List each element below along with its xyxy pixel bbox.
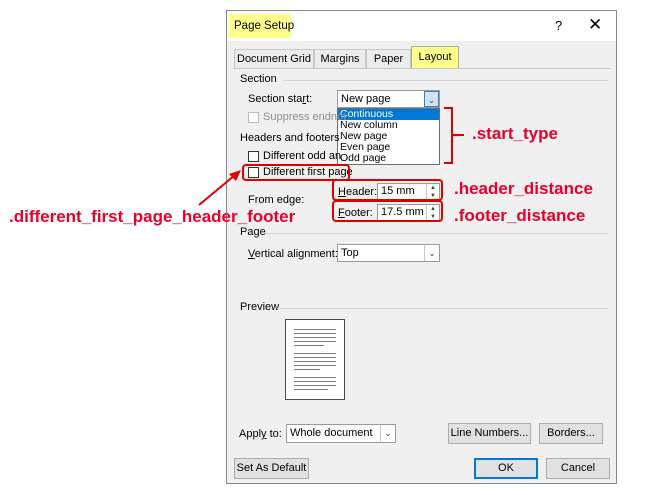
set-as-default-button[interactable]: Set As Default <box>234 458 309 479</box>
section-heading: Section <box>240 73 277 85</box>
chevron-down-icon[interactable]: ⌄ <box>424 91 439 107</box>
apply-to-select[interactable]: Whole document ⌄ <box>286 424 396 443</box>
footer-distance-highlight-box <box>332 200 443 222</box>
start-type-annotation: .start_type <box>472 124 558 143</box>
footer-distance-annotation: .footer_distance <box>454 206 586 225</box>
section-start-listbox[interactable]: Continuous New column New page Even page… <box>337 108 440 165</box>
from-edge-label: From edge: <box>248 194 305 206</box>
page-heading: Page <box>240 226 266 238</box>
cancel-button[interactable]: Cancel <box>546 458 610 479</box>
preview-page-thumbnail <box>285 319 345 400</box>
tab-paper[interactable]: Paper <box>366 49 411 68</box>
help-button[interactable]: ? <box>555 18 562 33</box>
preview-separator <box>277 308 608 309</box>
apply-to-value: Whole document <box>290 427 373 439</box>
line-numbers-button[interactable]: Line Numbers... <box>448 423 531 444</box>
dialog-title: Page Setup <box>234 20 295 32</box>
section-start-value: New page <box>341 93 391 105</box>
vertical-alignment-select[interactable]: Top ⌄ <box>337 244 440 262</box>
borders-button[interactable]: Borders... <box>539 423 603 444</box>
page-separator <box>265 233 608 234</box>
chevron-down-icon[interactable]: ⌄ <box>380 425 395 442</box>
tab-document-grid[interactable]: Document Grid <box>234 49 314 68</box>
preview-heading: Preview <box>240 301 280 313</box>
different-first-page-annotation: .different_first_page_header_footer <box>9 207 296 226</box>
tab-divider <box>233 68 611 69</box>
different-odd-even-label: Different odd an <box>263 150 342 162</box>
annotation-arrow <box>198 170 241 206</box>
close-button[interactable]: ✕ <box>588 15 602 35</box>
headers-footers-heading: Headers and footers <box>240 132 340 144</box>
chevron-down-icon[interactable]: ⌄ <box>424 245 439 261</box>
vertical-alignment-label: Vertical alignment: <box>248 248 338 260</box>
different-odd-even-checkbox[interactable] <box>248 151 259 162</box>
header-distance-highlight-box <box>332 179 443 201</box>
page-setup-dialog: Page Setup ? ✕ Document Grid Margins Pap… <box>226 10 617 484</box>
suppress-endnotes-checkbox[interactable] <box>248 112 259 123</box>
apply-to-label: Apply to: <box>239 428 282 440</box>
section-start-label: Section start: <box>248 93 313 105</box>
title-bar: Page Setup ? ✕ <box>227 11 616 41</box>
tab-layout[interactable]: Layout <box>411 46 459 69</box>
list-item[interactable]: Odd page <box>338 153 439 164</box>
ok-button[interactable]: OK <box>474 458 538 479</box>
section-start-select[interactable]: New page ⌄ <box>337 90 440 108</box>
tab-margins[interactable]: Margins <box>314 49 366 68</box>
header-distance-annotation: .header_distance <box>454 179 593 198</box>
section-separator <box>283 80 608 81</box>
start-type-bracket <box>444 107 464 164</box>
vertical-alignment-value: Top <box>341 247 359 259</box>
suppress-endnotes-label: Suppress endnot <box>263 111 347 123</box>
